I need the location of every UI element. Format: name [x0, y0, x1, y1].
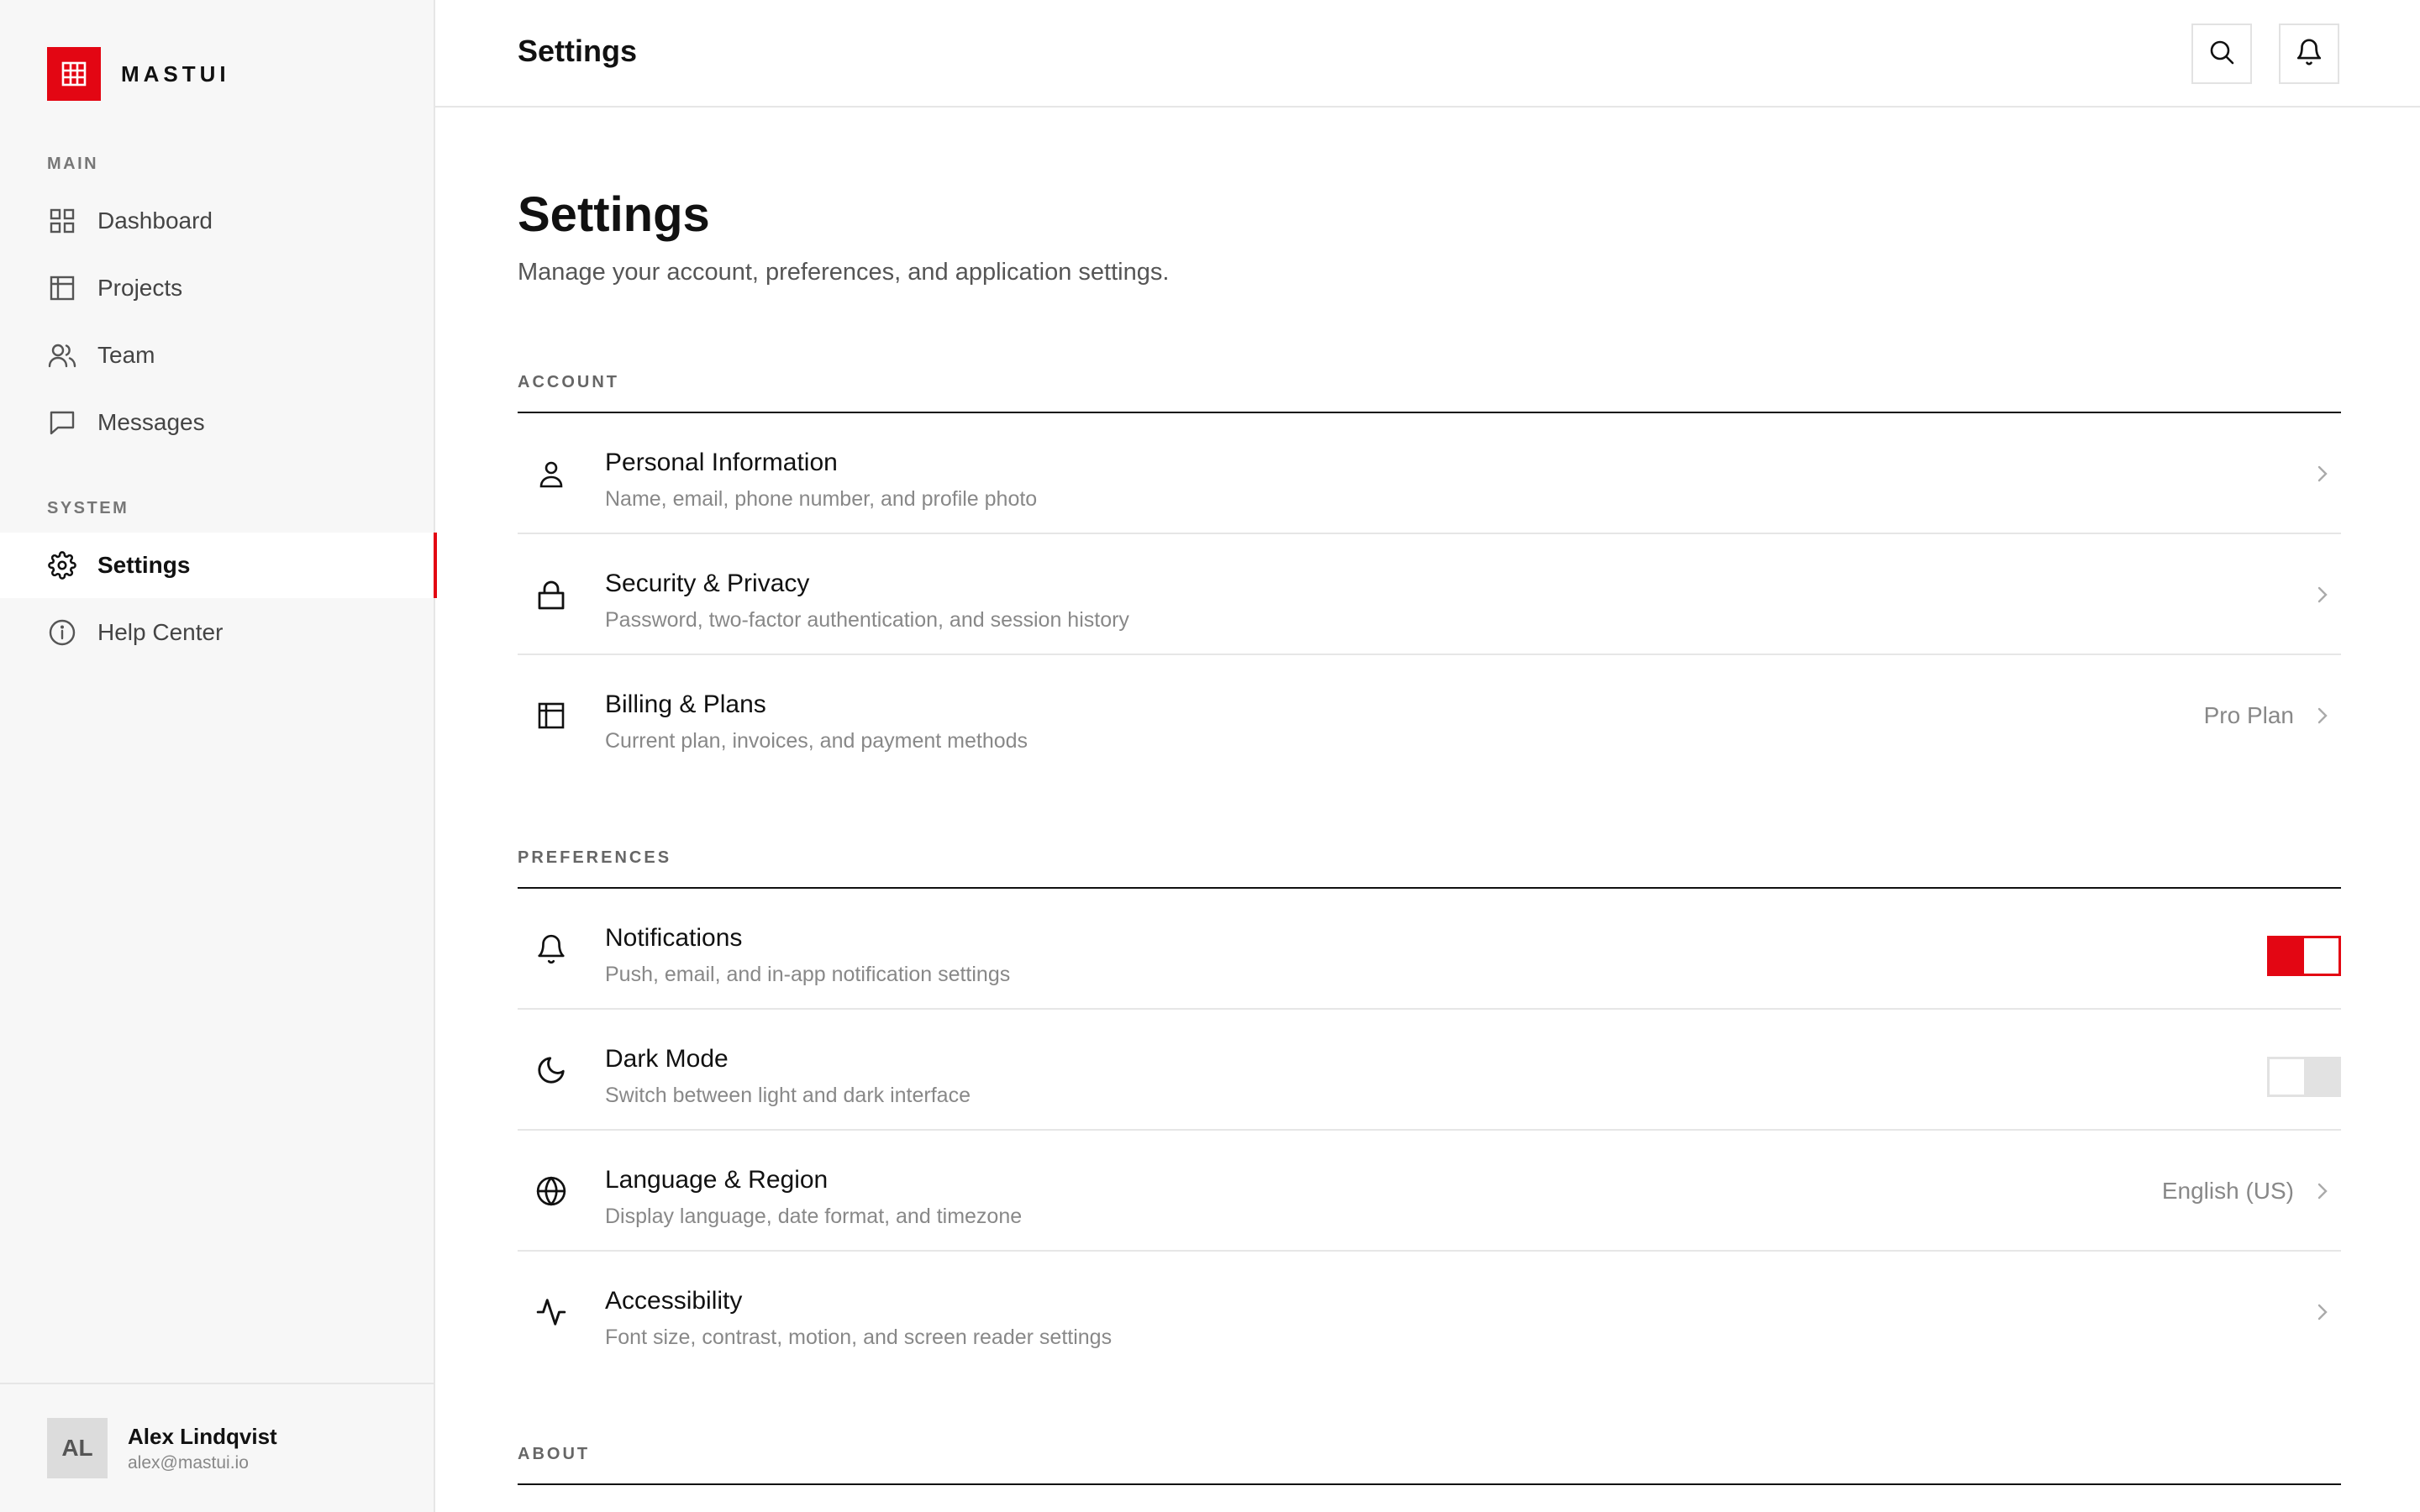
- users-icon: [47, 340, 77, 370]
- sidebar-item-team[interactable]: Team: [0, 323, 435, 388]
- chevron-right-icon: [2311, 1300, 2334, 1324]
- toggle-knob: [2304, 938, 2338, 974]
- moon-icon: [534, 1053, 568, 1087]
- section-label-about: ABOUT: [518, 1445, 591, 1463]
- topbar: Settings: [435, 0, 2420, 108]
- row-desc: Switch between light and dark interface: [605, 1084, 971, 1107]
- chevron-right-icon: [2311, 583, 2334, 606]
- sidebar-item-label: Dashboard: [97, 207, 213, 234]
- sidebar-item-dashboard[interactable]: Dashboard: [0, 188, 435, 254]
- globe-icon: [534, 1174, 568, 1208]
- row-title: Notifications: [605, 924, 743, 952]
- nav-section-system: SYSTEM: [47, 499, 129, 517]
- page-subtitle: Manage your account, preferences, and ap…: [518, 259, 1170, 286]
- avatar: AL: [47, 1418, 108, 1478]
- message-icon: [47, 407, 77, 438]
- sidebar-item-messages[interactable]: Messages: [0, 390, 435, 455]
- row-billing-plans[interactable]: Billing & Plans Current plan, invoices, …: [518, 655, 2341, 776]
- page-title: Settings: [518, 187, 710, 242]
- notifications-toggle[interactable]: [2267, 936, 2341, 976]
- layout-icon: [47, 273, 77, 303]
- topbar-title: Settings: [518, 34, 638, 68]
- grid-icon: [47, 206, 77, 236]
- sidebar-item-projects[interactable]: Projects: [0, 255, 435, 321]
- sidebar-item-help-center[interactable]: Help Center: [0, 600, 435, 665]
- row-title: Security & Privacy: [605, 570, 810, 597]
- bell-icon: [534, 932, 568, 966]
- activity-icon: [534, 1295, 568, 1329]
- sidebar-item-settings[interactable]: Settings: [0, 533, 437, 598]
- row-title: Billing & Plans: [605, 690, 766, 718]
- row-accessibility[interactable]: Accessibility Font size, contrast, motio…: [518, 1252, 2341, 1373]
- brand[interactable]: MASTUI: [47, 47, 230, 101]
- row-dark-mode[interactable]: Dark Mode Switch between light and dark …: [518, 1010, 2341, 1131]
- gear-icon: [47, 550, 77, 580]
- row-desc: Display language, date format, and timez…: [605, 1205, 1023, 1228]
- sidebar: MASTUI MAIN Dashboard Projects Team Mess…: [0, 0, 437, 1512]
- section-divider: [518, 1483, 2341, 1485]
- sidebar-item-label: Settings: [97, 552, 191, 578]
- notifications-button[interactable]: [2279, 24, 2339, 84]
- row-title: Dark Mode: [605, 1045, 729, 1073]
- row-desc: Password, two-factor authentication, and…: [605, 608, 1129, 632]
- search-button[interactable]: [2191, 24, 2252, 84]
- chevron-right-icon: [2311, 704, 2334, 727]
- section-label-preferences: PREFERENCES: [518, 848, 672, 867]
- sidebar-item-label: Team: [97, 342, 155, 368]
- brand-name: MASTUI: [121, 60, 230, 87]
- brand-logo-icon: [47, 47, 101, 101]
- user-icon: [534, 457, 568, 491]
- sidebar-item-label: Projects: [97, 275, 183, 301]
- language-value: English (US): [2161, 1178, 2294, 1204]
- nav-section-main: MAIN: [47, 155, 99, 173]
- row-notifications[interactable]: Notifications Push, email, and in-app no…: [518, 889, 2341, 1010]
- row-desc: Push, email, and in-app notification set…: [605, 963, 1011, 986]
- dark-mode-toggle[interactable]: [2267, 1057, 2341, 1097]
- section-label-account: ACCOUNT: [518, 373, 619, 391]
- toggle-knob: [2270, 1059, 2304, 1095]
- row-personal-information[interactable]: Personal Information Name, email, phone …: [518, 413, 2341, 534]
- user-name: Alex Lindqvist: [128, 1423, 277, 1449]
- row-title: Language & Region: [605, 1166, 829, 1194]
- info-icon: [47, 617, 77, 648]
- settings-content: Settings Manage your account, preference…: [518, 108, 2341, 1512]
- chevron-right-icon: [2311, 462, 2334, 486]
- sidebar-item-label: Help Center: [97, 619, 224, 645]
- chevron-right-icon: [2311, 1179, 2334, 1203]
- user-meta: Alex Lindqvist alex@mastui.io: [128, 1424, 277, 1473]
- row-title: Personal Information: [605, 449, 838, 476]
- row-desc: Current plan, invoices, and payment meth…: [605, 729, 1028, 753]
- row-desc: Font size, contrast, motion, and screen …: [605, 1326, 1113, 1349]
- current-plan-value: Pro Plan: [2203, 702, 2294, 728]
- row-title: Accessibility: [605, 1287, 743, 1315]
- lock-icon: [534, 578, 568, 612]
- user-profile[interactable]: AL Alex Lindqvist alex@mastui.io: [0, 1383, 434, 1512]
- user-email: alex@mastui.io: [128, 1452, 249, 1473]
- billing-icon: [534, 699, 568, 732]
- sidebar-item-label: Messages: [97, 409, 205, 435]
- search-icon: [2207, 38, 2236, 71]
- row-security-privacy[interactable]: Security & Privacy Password, two-factor …: [518, 534, 2341, 655]
- bell-icon: [2295, 38, 2323, 71]
- row-language-region[interactable]: Language & Region Display language, date…: [518, 1131, 2341, 1252]
- row-desc: Name, email, phone number, and profile p…: [605, 487, 1038, 511]
